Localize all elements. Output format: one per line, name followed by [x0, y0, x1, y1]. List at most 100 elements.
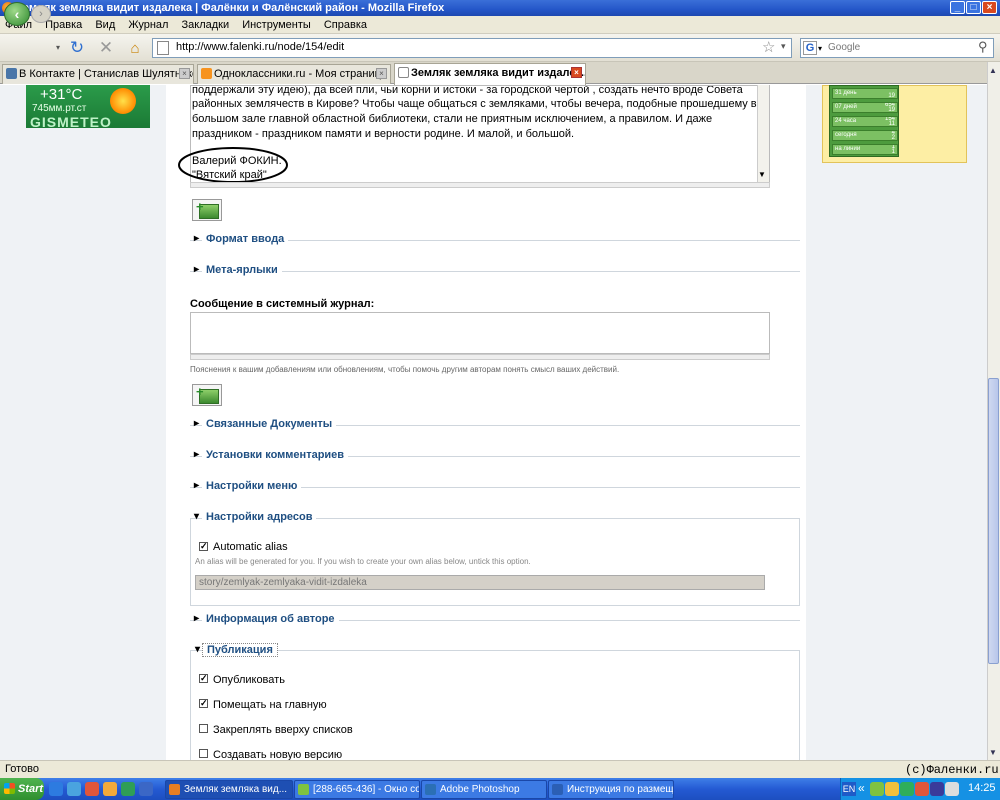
forward-arrow-icon[interactable]: ›	[31, 5, 51, 23]
tab-close-icon[interactable]: ×	[376, 68, 387, 79]
taskbar-item-word[interactable]: Инструкция по размещ...	[548, 780, 674, 799]
minimize-button[interactable]: _	[950, 1, 965, 14]
stat-value: 19	[888, 93, 895, 99]
desktop-icon[interactable]	[67, 782, 81, 796]
weather-temperature: +31°C	[40, 86, 83, 103]
stat-value: 11	[891, 144, 895, 155]
textarea-resize-grip[interactable]	[190, 354, 770, 360]
tab-close-icon[interactable]: ×	[179, 68, 190, 79]
publication-section[interactable]: Публикация	[195, 643, 278, 657]
home-icon[interactable]: ⌂	[124, 37, 146, 59]
history-dropdown-icon[interactable]: ▾	[54, 40, 62, 54]
menu-history[interactable]: Журнал	[123, 16, 173, 34]
back-arrow-icon[interactable]: ‹	[4, 2, 30, 26]
quick-launch-icon[interactable]	[121, 782, 135, 796]
menu-bar: Файл Правка Вид Журнал Закладки Инструме…	[0, 16, 1000, 34]
author-info-section[interactable]: Информация об авторе	[194, 613, 339, 625]
sun-icon	[110, 88, 136, 114]
status-text: Готово	[5, 763, 39, 775]
tab-close-icon[interactable]: ×	[571, 67, 582, 78]
odnoklassniki-icon	[201, 68, 212, 79]
stat-value: 654 19	[884, 102, 895, 113]
page-scroll-thumb[interactable]	[988, 378, 999, 664]
alias-input[interactable]: story/zemlyak-zemlyaka-vidit-izdaleka	[195, 575, 765, 590]
menu-settings-section[interactable]: Настройки меню	[194, 480, 302, 492]
volume-icon[interactable]	[945, 782, 959, 796]
textarea-scrollbar[interactable]	[757, 85, 769, 182]
stat-value: 154 11	[884, 116, 895, 127]
stat-row: 31 день 19	[832, 88, 898, 99]
menu-view[interactable]: Вид	[90, 16, 120, 34]
search-input[interactable]: Google	[828, 42, 860, 53]
taskbar-item-chat[interactable]: [288-665-436] - Окно со...	[294, 780, 420, 799]
menu-bookmarks[interactable]: Закладки	[177, 16, 235, 34]
taskbar-item-firefox[interactable]: Земляк земляка вид...	[165, 780, 293, 799]
menu-help[interactable]: Справка	[319, 16, 372, 34]
tray-icon[interactable]	[885, 782, 899, 796]
taskbar-item-photoshop[interactable]: Adobe Photoshop	[421, 780, 547, 799]
input-format-section[interactable]: Формат ввода	[194, 233, 289, 245]
stat-label: 24 часа	[835, 118, 857, 124]
log-message-textarea[interactable]	[190, 312, 770, 354]
stat-label: 07 дней	[835, 104, 857, 110]
maximize-button[interactable]: □	[966, 1, 981, 14]
search-engine-dropdown-icon[interactable]: ▾	[818, 44, 822, 53]
page-icon	[398, 67, 409, 78]
reload-icon[interactable]: ↻	[66, 37, 88, 59]
start-button[interactable]: Start	[0, 778, 44, 800]
tab-label: Земляк земляка видит издалек...	[411, 67, 586, 79]
taskbar-item-label: Земляк земляка вид...	[184, 784, 288, 795]
body-line: большом зале главной областной библиотек…	[192, 113, 713, 125]
promote-label: Помещать на главную	[213, 699, 327, 711]
tray-icon[interactable]	[870, 782, 884, 796]
ie-icon[interactable]	[49, 782, 63, 796]
google-icon[interactable]: G	[803, 41, 817, 55]
clock: 14:25	[968, 782, 996, 794]
comment-settings-section[interactable]: Установки комментариев	[194, 449, 349, 461]
new-revision-checkbox[interactable]	[199, 749, 208, 758]
photoshop-icon	[425, 784, 436, 795]
url-dropdown-icon[interactable]: ▾	[781, 41, 786, 52]
scroll-down-icon[interactable]: ▼	[989, 748, 997, 757]
address-settings-section[interactable]: Настройки адресов	[194, 511, 317, 523]
tray-icon[interactable]	[930, 782, 944, 796]
close-button[interactable]: ×	[982, 1, 997, 14]
textarea-resize-grip[interactable]	[190, 182, 770, 188]
automatic-alias-checkbox[interactable]: ✓	[199, 542, 208, 551]
stat-row: сегодня 4 2	[832, 130, 898, 141]
stop-icon[interactable]: ✕	[95, 37, 117, 59]
automatic-alias-label: Automatic alias	[213, 541, 288, 553]
sticky-label: Закреплять вверху списков	[213, 724, 353, 736]
bookmark-star-icon[interactable]: ☆	[762, 38, 775, 56]
tab-vkontakte[interactable]: В Контакте | Станислав Шулятников ×	[2, 64, 194, 84]
scroll-down-icon[interactable]: ▼	[758, 170, 766, 179]
tab-current-page[interactable]: Земляк земляка видит издалек... ×	[394, 63, 586, 85]
firefox-icon[interactable]	[103, 782, 117, 796]
visitor-counter[interactable]: 31 день 19 07 дней 654 19 24 часа 154 11 сего…	[829, 85, 899, 157]
scroll-up-icon[interactable]: ▲	[989, 66, 997, 75]
meta-tags-section[interactable]: Мета-ярлыки	[194, 264, 282, 276]
menu-tools[interactable]: Инструменты	[237, 16, 316, 34]
opera-icon[interactable]	[85, 782, 99, 796]
tray-expand-icon[interactable]: «	[858, 781, 865, 795]
insert-image-button[interactable]	[192, 384, 222, 406]
sticky-checkbox[interactable]	[199, 724, 208, 733]
alias-description: An alias will be generated for you. If y…	[195, 557, 531, 566]
tray-icon[interactable]	[915, 782, 929, 796]
tab-label: Одноклассники.ru - Моя страница	[214, 68, 388, 80]
tab-odnoklassniki[interactable]: Одноклассники.ru - Моя страница ×	[197, 64, 391, 84]
body-line: районных землячеств в Кирове? Чтобы чаще…	[192, 98, 757, 110]
url-text: http://www.falenki.ru/node/154/edit	[176, 41, 345, 53]
tray-icon[interactable]	[900, 782, 914, 796]
window-title: Земляк земляка видит издалека | Фалёнки …	[16, 2, 445, 14]
publish-checkbox[interactable]: ✓	[199, 674, 208, 683]
promote-checkbox[interactable]: ✓	[199, 699, 208, 708]
related-docs-section[interactable]: Связанные Документы	[194, 418, 337, 430]
stat-label: сегодня	[835, 132, 857, 138]
language-indicator[interactable]: EN	[842, 782, 856, 796]
search-icon[interactable]: ⚲	[978, 39, 988, 55]
insert-image-button[interactable]	[192, 199, 222, 221]
floppy-icon[interactable]	[139, 782, 153, 796]
stat-row: 24 часа 154 11	[832, 116, 898, 127]
taskbar-item-label: Инструкция по размещ...	[567, 784, 674, 795]
